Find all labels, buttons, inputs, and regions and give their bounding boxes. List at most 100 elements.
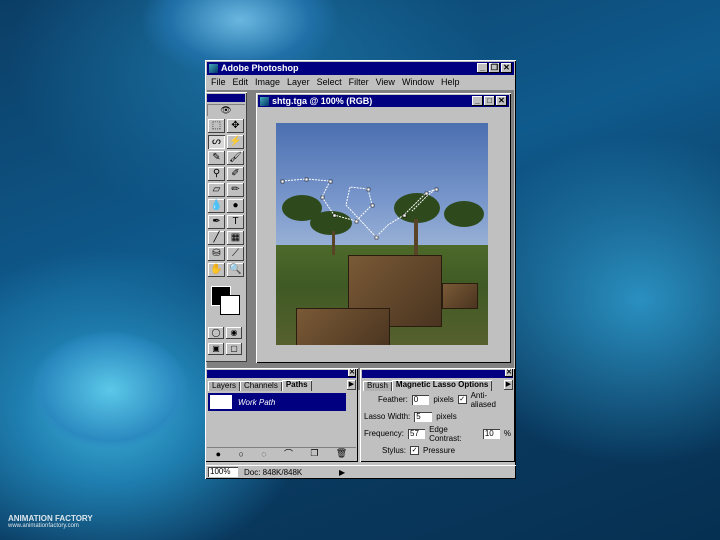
photoshop-icon	[209, 64, 218, 73]
history-brush-tool[interactable]: ✐	[227, 167, 244, 181]
logo-url: www.animationfactory.com	[8, 523, 79, 529]
document-icon	[260, 97, 269, 106]
options-palette: ✕ Brush Magnetic Lasso Options ▶ Feather…	[360, 368, 515, 462]
paintbrush-tool[interactable]: 🖌	[227, 151, 244, 165]
menu-layer[interactable]: Layer	[287, 75, 310, 89]
pen-tool[interactable]: ✒	[208, 215, 225, 229]
toolbox: 👁 ⬚ ✥ ᔕ ⚡ ✎ 🖌 ⚲ ✐ ▱ ✏ 💧 ● ✒ T ╱ ▦ ⛁ ⟋ ✋ …	[205, 92, 247, 362]
feather-unit: pixels	[433, 395, 454, 404]
trash-icon[interactable]: 🗑	[336, 448, 347, 459]
zoom-tool[interactable]: 🔍	[227, 263, 244, 277]
paint-bucket-tool[interactable]: ⛁	[208, 247, 225, 261]
app-titlebar: Adobe Photoshop _ ❐ ✕	[207, 62, 514, 75]
screen-mode-2-icon[interactable]: ▢	[226, 343, 242, 355]
document-titlebar: shtg.tga @ 100% (RGB) _ □ ✕	[258, 95, 509, 107]
new-path-icon[interactable]: ❐	[310, 448, 318, 459]
paths-palette-titlebar: ✕	[207, 369, 356, 378]
tab-brushes[interactable]: Brush	[363, 381, 392, 391]
menu-file[interactable]: File	[211, 75, 226, 89]
menu-help[interactable]: Help	[441, 75, 460, 89]
dodge-tool[interactable]: ●	[227, 199, 244, 213]
menu-window[interactable]: Window	[402, 75, 434, 89]
pressure-label: Pressure	[423, 446, 456, 455]
doc-size: Doc: 848K/848K	[244, 467, 303, 477]
line-tool[interactable]: ╱	[208, 231, 225, 245]
edge-contrast-label: Edge Contrast:	[429, 424, 462, 443]
menu-select[interactable]: Select	[317, 75, 342, 89]
lasso-tool[interactable]: ᔕ	[208, 135, 225, 149]
tab-layers[interactable]: Layers	[208, 381, 241, 391]
edge-contrast-unit: %	[503, 429, 511, 438]
options-palette-titlebar: ✕	[362, 369, 513, 378]
standard-mode-icon[interactable]: ◯	[208, 327, 224, 339]
eyedropper-tool[interactable]: ⟋	[227, 247, 244, 261]
airbrush-tool[interactable]: ✎	[208, 151, 225, 165]
lasso-selection-path	[280, 177, 439, 240]
minimize-button[interactable]: _	[477, 63, 488, 73]
app-title: Adobe Photoshop	[221, 63, 299, 73]
tab-paths[interactable]: Paths	[281, 380, 312, 391]
palette-menu-arrow-icon[interactable]: ▶	[504, 380, 513, 390]
move-tool[interactable]: ✥	[227, 119, 244, 133]
doc-maximize-button[interactable]: □	[484, 96, 495, 106]
make-path-icon[interactable]: ⌒	[284, 447, 293, 460]
doc-close-button[interactable]: ✕	[496, 96, 507, 106]
hand-tool[interactable]: ✋	[208, 263, 225, 277]
frequency-input[interactable]: 57	[408, 428, 426, 439]
blur-tool[interactable]: 💧	[208, 199, 225, 213]
menu-view[interactable]: View	[376, 75, 395, 89]
image-canvas[interactable]	[276, 123, 488, 345]
menu-bar: File Edit Image Layer Select Filter View…	[207, 75, 514, 89]
background-color[interactable]	[220, 295, 240, 315]
path-item[interactable]: Work Path	[208, 393, 346, 411]
lasso-width-unit: pixels	[436, 412, 457, 421]
options-palette-close-button[interactable]: ✕	[505, 369, 513, 377]
restore-button[interactable]: ❐	[489, 63, 500, 73]
stroke-path-icon[interactable]: ○	[238, 449, 243, 459]
menu-filter[interactable]: Filter	[349, 75, 369, 89]
magic-wand-tool[interactable]: ⚡	[227, 135, 244, 149]
antialias-checkbox[interactable]: ✓	[457, 395, 467, 404]
lasso-width-label: Lasso Width:	[364, 412, 411, 421]
menu-image[interactable]: Image	[255, 75, 280, 89]
eye-icon: 👁	[207, 104, 245, 116]
logo-name: ANIMATION FACTORY	[8, 514, 93, 523]
eraser-tool[interactable]: ▱	[208, 183, 225, 197]
tab-magnetic-lasso-options[interactable]: Magnetic Lasso Options	[391, 380, 493, 391]
paths-footer: ● ○ ◌ ⌒ ❐ 🗑	[207, 447, 356, 460]
frequency-label: Frequency:	[364, 429, 405, 438]
edge-contrast-input[interactable]: 10	[482, 428, 500, 439]
document-window: shtg.tga @ 100% (RGB) _ □ ✕	[256, 93, 511, 363]
background-highlight	[30, 330, 190, 450]
color-swatches	[208, 283, 244, 323]
fill-path-icon[interactable]: ●	[216, 449, 221, 459]
antialias-label: Anti-aliased	[470, 390, 496, 409]
quickmask-mode-icon[interactable]: ◉	[226, 327, 242, 339]
feather-label: Feather:	[378, 395, 408, 404]
rubber-stamp-tool[interactable]: ⚲	[208, 167, 225, 181]
palette-menu-arrow-icon[interactable]: ▶	[347, 380, 356, 390]
load-selection-icon[interactable]: ◌	[261, 449, 266, 459]
status-arrow-icon[interactable]: ▶	[339, 468, 345, 477]
stylus-label: Stylus:	[382, 446, 407, 455]
zoom-field[interactable]: 100%	[208, 467, 238, 477]
lasso-width-input[interactable]: 5	[414, 411, 433, 422]
paths-palette-close-button[interactable]: ✕	[348, 369, 356, 377]
tab-channels[interactable]: Channels	[240, 381, 282, 391]
paths-palette: ✕ Layers Channels Paths ▶ Work Path ● ○ …	[205, 368, 358, 462]
status-bar: 100% Doc: 848K/848K ▶	[205, 465, 516, 479]
close-button[interactable]: ✕	[501, 63, 512, 73]
pressure-checkbox[interactable]: ✓	[410, 446, 420, 455]
path-thumbnail	[210, 395, 232, 409]
feather-input[interactable]: 0	[411, 394, 430, 405]
doc-minimize-button[interactable]: _	[472, 96, 483, 106]
pencil-tool[interactable]: ✏	[227, 183, 244, 197]
menu-edit[interactable]: Edit	[233, 75, 249, 89]
document-title: shtg.tga @ 100% (RGB)	[272, 96, 373, 106]
path-name: Work Path	[238, 397, 276, 407]
screen-mode-1-icon[interactable]: ▣	[208, 343, 224, 355]
marquee-tool[interactable]: ⬚	[208, 119, 225, 133]
gradient-tool[interactable]: ▦	[227, 231, 244, 245]
toolbox-titlebar	[207, 94, 245, 102]
type-tool[interactable]: T	[227, 215, 244, 229]
